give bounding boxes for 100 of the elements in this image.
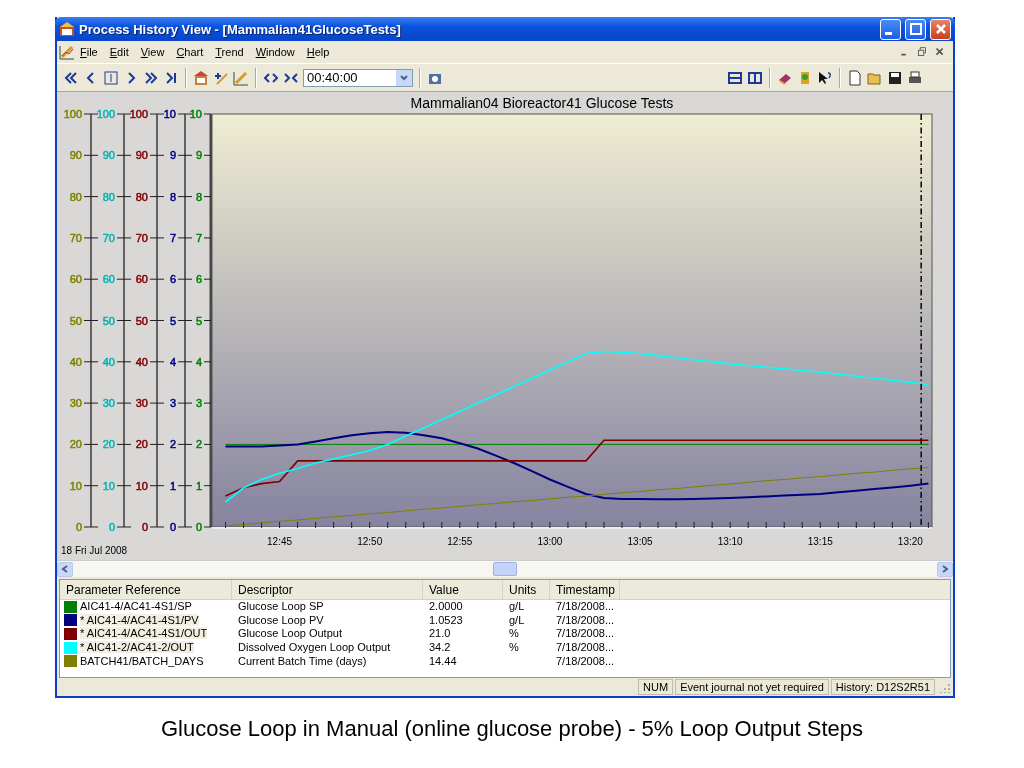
menu-item[interactable]: Edit <box>104 44 136 60</box>
table-cell: BATCH41/BATCH_DAYS <box>80 654 204 667</box>
column-header[interactable]: Parameter Reference <box>60 580 232 599</box>
close-icon <box>934 23 947 35</box>
axis-label: 90 <box>102 149 115 161</box>
table-cell: 2.0000 <box>429 600 463 613</box>
table-cell: 7/18/2008... <box>556 627 615 640</box>
axis-label: 0 <box>169 521 176 533</box>
menu-item[interactable]: File <box>75 44 105 60</box>
axis-label: 70 <box>69 232 82 244</box>
print-icon[interactable] <box>907 69 923 86</box>
menu-item[interactable]: Help <box>301 44 337 60</box>
axis-label: 2 <box>195 438 202 450</box>
columns-icon[interactable] <box>747 69 763 86</box>
time-label: 12:50 <box>357 536 383 547</box>
axis-label: 30 <box>69 397 82 409</box>
end-icon[interactable] <box>163 69 179 86</box>
axis-label: 20 <box>135 438 148 450</box>
axis-label: 9 <box>169 149 176 161</box>
time-label: 13:10 <box>717 536 743 547</box>
axis-label: 50 <box>102 315 115 327</box>
scroll-thumb[interactable] <box>493 562 517 576</box>
table-cell: Glucose Loop SP <box>238 600 324 613</box>
chart-pen-icon[interactable] <box>59 44 75 60</box>
axis-label: 60 <box>102 273 115 285</box>
axis-label: 10 <box>189 108 202 120</box>
axis-label: 3 <box>169 397 176 409</box>
building-icon[interactable] <box>193 69 209 86</box>
axis-label: 40 <box>135 356 148 368</box>
axis-label: 10 <box>102 480 115 492</box>
axis-label: 0 <box>141 521 148 533</box>
table-cell: g/L <box>509 613 525 626</box>
axis-label: 60 <box>135 273 148 285</box>
menu-item[interactable]: Chart <box>171 44 211 60</box>
axis-label: 10 <box>163 108 176 120</box>
axis-label: 100 <box>129 108 148 120</box>
restore-icon[interactable] <box>915 45 929 59</box>
table-cell: Current Batch Time (days) <box>238 654 367 667</box>
table-cell: * AIC41-4/AC41-4S1/OUT <box>80 627 208 640</box>
menu-item[interactable]: Window <box>250 44 302 60</box>
chart-title: Mammalian04 Bioreactor41 Glucose Tests <box>410 95 674 111</box>
table-cell: 7/18/2008... <box>556 613 615 626</box>
time-label: 13:15 <box>807 536 833 547</box>
save-icon[interactable] <box>887 69 903 86</box>
rows-icon[interactable] <box>727 69 743 86</box>
time-label: 13:00 <box>537 536 563 547</box>
axis-label: 70 <box>135 232 148 244</box>
axis-label: 7 <box>195 232 202 244</box>
rewind-icon[interactable] <box>63 69 79 86</box>
axis-label: 80 <box>102 191 115 203</box>
axis-label: 1 <box>169 480 176 492</box>
help-pointer-icon[interactable] <box>817 69 833 86</box>
table-cell: 21.0 <box>429 627 451 640</box>
table-cell: AIC41-4/AC41-4S1/SP <box>80 600 192 613</box>
axis-label: 0 <box>75 521 82 533</box>
close-button[interactable] <box>930 18 951 40</box>
axis-label: 9 <box>195 149 202 161</box>
table-cell: % <box>509 641 519 654</box>
app-icon[interactable] <box>59 21 75 37</box>
scroll-left-button[interactable] <box>57 561 73 577</box>
scroll-right-button[interactable] <box>937 561 953 577</box>
axis-label: 40 <box>102 356 115 368</box>
new-file-icon[interactable] <box>847 69 863 86</box>
axis-label: 20 <box>69 438 82 450</box>
axis-label: 0 <box>195 521 202 533</box>
axis-label: 10 <box>135 480 148 492</box>
axis-label: 80 <box>69 191 82 203</box>
axis-label: 4 <box>195 356 202 368</box>
axis-label: 50 <box>135 315 148 327</box>
axis-label: 0 <box>108 521 115 533</box>
column-header[interactable]: Value <box>423 580 503 599</box>
window-title: Process History View - [Mammalian41GlucoseTests] <box>79 21 402 37</box>
axis-label: 80 <box>135 191 148 203</box>
axis-label: 100 <box>63 108 82 120</box>
column-header[interactable]: Timestamp <box>550 580 620 599</box>
time-label: 13:05 <box>627 536 653 547</box>
column-header[interactable]: Descriptor <box>232 580 423 599</box>
axis-label: 50 <box>69 315 82 327</box>
status-text: Event journal not yet required <box>675 679 829 695</box>
axis-label: 5 <box>195 315 202 327</box>
duration-dropdown[interactable]: 00:40:00 <box>303 68 413 87</box>
menu-item[interactable]: View <box>135 44 172 60</box>
axis-label: 90 <box>69 149 82 161</box>
table-cell: Glucose Loop Output <box>238 627 342 640</box>
table-cell: * AIC41-2/AC41-2/OUT <box>80 641 194 654</box>
axis-label: 30 <box>102 397 115 409</box>
minimize-button[interactable] <box>880 18 901 40</box>
maximize-button[interactable] <box>905 18 926 40</box>
axis-label: 60 <box>69 273 82 285</box>
axis-label: 6 <box>195 273 202 285</box>
status-text: NUM <box>638 679 674 695</box>
table-cell: % <box>509 627 519 640</box>
cursor-line[interactable] <box>920 113 922 528</box>
menu-item[interactable]: Trend <box>210 44 251 60</box>
column-header[interactable]: Units <box>503 580 550 599</box>
axis-label: 5 <box>169 315 176 327</box>
minimize-icon <box>885 31 892 35</box>
table-cell: 7/18/2008... <box>556 654 615 667</box>
fast-forward-icon[interactable] <box>143 69 159 86</box>
axis-label: 40 <box>69 356 82 368</box>
